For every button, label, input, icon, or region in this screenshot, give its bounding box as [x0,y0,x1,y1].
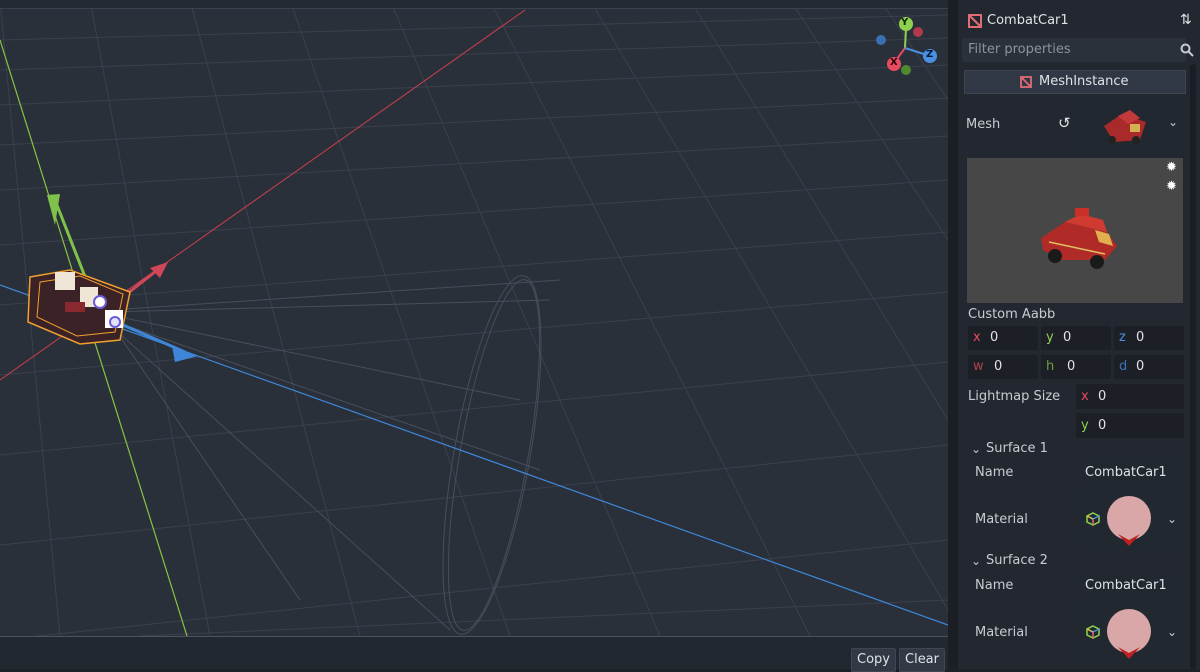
light-2-toggle-icon[interactable]: ✹ [1166,179,1177,194]
material-preview-sphere [1107,609,1151,659]
surface-1-title: Surface 1 [986,441,1048,456]
inspector-header: CombatCar1 ⇅ [958,8,1200,36]
material-type-icon [1086,512,1100,526]
filter-properties-input[interactable]: Filter properties [962,38,1194,62]
aabb-w-value: 0 [994,359,1003,374]
aabb-d-axis: d [1119,359,1128,374]
surface-2-title: Surface 2 [986,553,1048,568]
lightmap-size-label: Lightmap Size [968,389,1061,404]
surface-2-material-label: Material [975,625,1028,640]
mesh-dropdown-chevron[interactable]: ⌄ [1168,115,1178,129]
lightmap-y-field[interactable]: y 0 [1076,413,1184,438]
gizmo-y-label: Y [901,17,909,28]
aabb-h-value: 0 [1067,359,1076,374]
custom-aabb-label: Custom Aabb [968,307,1056,322]
material-dropdown-chevron[interactable]: ⌄ [1167,512,1177,526]
panel-divider[interactable] [948,0,958,669]
clear-button[interactable]: Clear [899,648,945,672]
node-name: CombatCar1 [987,13,1069,28]
lightmap-y-axis: y [1081,418,1089,433]
surface-1-material-label: Material [975,512,1028,527]
material-type-icon [1086,625,1100,639]
surface-2-chevron-icon: ⌄ [971,554,982,568]
object-properties-icon[interactable]: ⇅ [1180,12,1192,28]
surface-1-material-picker[interactable]: ⌄ [1080,488,1184,550]
aabb-z-value: 0 [1136,330,1145,345]
aabb-x-field[interactable]: x 0 [968,326,1038,350]
lightmap-x-axis: x [1081,389,1089,404]
material-preview-sphere [1107,496,1151,546]
inspector-scrollbar[interactable] [1190,64,1196,669]
lightmap-y-value: 0 [1098,418,1107,433]
aabb-z-field[interactable]: z 0 [1114,326,1184,350]
surface-1-name-input[interactable]: CombatCar1 [1080,460,1184,485]
material-dropdown-chevron[interactable]: ⌄ [1167,625,1177,639]
surface-2-header[interactable]: ⌄ Surface 2 [968,552,1184,572]
console-bar [0,637,948,669]
aabb-h-axis: h [1046,359,1055,374]
inspector-panel: CombatCar1 ⇅ Filter properties MeshInsta… [958,0,1200,669]
surface-2-name-value: CombatCar1 [1085,578,1167,593]
aabb-d-field[interactable]: d 0 [1114,355,1184,379]
lightmap-x-value: 0 [1098,389,1107,404]
viewport-scene [0,0,948,636]
surface-2-material-picker[interactable]: ⌄ [1080,601,1184,663]
section-meshinstance[interactable]: MeshInstance [964,70,1186,94]
aabb-x-value: 0 [990,330,999,345]
aabb-w-axis: w [973,359,984,374]
lightmap-x-field[interactable]: x 0 [1076,384,1184,409]
surface-1-name-value: CombatCar1 [1085,465,1167,480]
aabb-y-axis: y [1046,330,1054,345]
aabb-y-field[interactable]: y 0 [1041,326,1111,350]
light-1-toggle-icon[interactable]: ✹ [1166,160,1177,175]
meshinstance-section-icon [1020,76,1032,88]
surface-1-name-label: Name [975,465,1014,480]
mesh-preview: ✹ ✹ [967,158,1183,303]
section-title: MeshInstance [1039,74,1129,89]
viewport-top-edge [0,0,948,9]
aabb-y-value: 0 [1063,330,1072,345]
mesh-resource-picker[interactable]: ⌄ [1076,98,1186,154]
gizmo-x-label: X [890,57,898,68]
viewport-3d[interactable]: Y X Z [0,0,948,637]
aabb-z-axis: z [1119,330,1126,345]
surface-2-name-input[interactable]: CombatCar1 [1080,573,1184,598]
filter-placeholder: Filter properties [968,42,1071,57]
orientation-gizmo[interactable]: Y X Z [872,14,942,78]
aabb-w-field[interactable]: w 0 [968,355,1038,379]
car-preview-image [1041,208,1117,269]
mesh-thumbnail [1104,110,1146,144]
search-icon [1180,43,1194,57]
surface-1-header[interactable]: ⌄ Surface 1 [968,440,1184,460]
aabb-d-value: 0 [1136,359,1145,374]
aabb-x-axis: x [973,330,981,345]
surface-2-name-label: Name [975,578,1014,593]
mesh-instance-icon [968,14,982,28]
copy-button[interactable]: Copy [851,648,896,672]
mesh-label: Mesh [966,117,1001,132]
aabb-h-field[interactable]: h 0 [1041,355,1111,379]
revert-icon[interactable]: ↺ [1058,114,1071,132]
gizmo-z-label: Z [926,49,934,60]
surface-1-chevron-icon: ⌄ [971,442,982,456]
